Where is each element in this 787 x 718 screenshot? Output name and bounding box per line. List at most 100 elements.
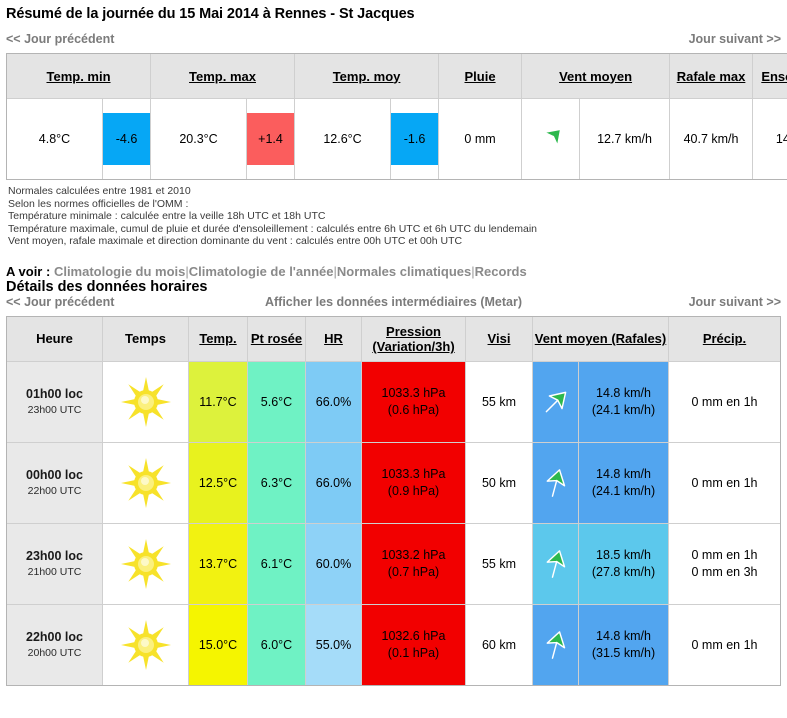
hourly-cell-pression: 1033.3 hPa (0.6 hPa)	[362, 361, 466, 443]
precip-wrap: 0 mm en 1h	[669, 362, 780, 442]
summary-temp-max-anomaly-cell: +1.4	[247, 99, 296, 179]
hourly-table-wrap: Heure Temps Temp. Pt rosée HR Pression (…	[6, 315, 781, 686]
temp-value: 13.7°C	[189, 523, 247, 604]
hourly-cell-temps	[103, 523, 189, 605]
table-row: 01h00 loc 23h00 UTC 11.7°C 5.6°C 66.0% 1…	[7, 361, 780, 443]
next-day-link-top[interactable]: Jour suivant >>	[689, 32, 781, 46]
hourly-day-nav: << Jour précédent Afficher les données i…	[6, 295, 781, 313]
summary-wind-direction-wrap	[522, 99, 579, 179]
summary-temp-moy-anomaly-cell: -1.6	[391, 99, 440, 179]
summary-pluie-value: 0 mm	[439, 99, 523, 179]
visibility-value: 60 km	[481, 637, 517, 652]
hour-utc: 21h00 UTC	[27, 566, 82, 579]
hourly-cell-hr: 66.0%	[306, 442, 362, 524]
footnote-line-4: Température maximale, cumul de pluie et …	[8, 222, 538, 235]
hourly-header-hr: HR	[306, 316, 362, 362]
arrow-down-left-icon	[545, 391, 566, 413]
hourly-cell-wind-direction	[533, 604, 579, 685]
pressure-wrap: 1033.3 hPa (0.9 hPa)	[362, 442, 465, 523]
pressure-value: 1033.3 hPa	[381, 467, 446, 482]
footnote-line-2: Selon les normes officielles de l'OMM :	[8, 197, 189, 210]
hourly-cell-precip: 0 mm en 1h	[669, 443, 780, 524]
humidity-value: 66.0%	[306, 361, 361, 442]
summary-temp-moy-value: 12.6°C	[295, 99, 392, 179]
hourly-cell-visi: 55 km	[466, 523, 533, 605]
wind-direction-wrap	[533, 361, 578, 442]
pressure-value: 1032.6 hPa	[381, 629, 446, 644]
hourly-table: Heure Temps Temp. Pt rosée HR Pression (…	[6, 315, 781, 686]
wind-direction-wrap	[533, 523, 578, 604]
wind-direction-wrap	[533, 604, 578, 685]
summary-header-ensoleil: Ensoleil.	[753, 54, 787, 99]
pressure-variation: (0.9 hPa)	[387, 484, 440, 499]
pressure-wrap: 1033.3 hPa (0.6 hPa)	[362, 361, 465, 442]
hourly-cell-vent-moyen: 14.8 km/h (31.5 km/h)	[579, 604, 669, 685]
hourly-cell-hr: 66.0%	[306, 361, 362, 443]
table-row: 23h00 loc 21h00 UTC 13.7°C 6.1°C 60.0% 1…	[7, 523, 780, 605]
hourly-cell-visi: 55 km	[466, 361, 533, 443]
arrow-down-left-icon	[540, 128, 561, 150]
avoir-label: A voir :	[6, 263, 51, 279]
prev-day-link-hourly[interactable]: << Jour précédent	[6, 295, 114, 309]
humidity-value: 66.0%	[306, 442, 361, 523]
avoir-links: A voir : Climatologie du mois|Climatolog…	[6, 264, 781, 279]
hourly-cell-vent-moyen: 14.8 km/h (24.1 km/h)	[579, 361, 669, 443]
hourly-cell-pt-rosee: 6.1°C	[248, 523, 306, 605]
temp-value: 12.5°C	[189, 442, 247, 523]
visibility-value: 55 km	[481, 394, 517, 409]
precip-line: 0 mm en 1h	[691, 394, 758, 409]
hour-cell: 23h00 loc 21h00 UTC	[7, 523, 102, 604]
hour-cell: 22h00 loc 20h00 UTC	[7, 604, 102, 685]
page-title: Résumé de la journée du 15 Mai 2014 à Re…	[6, 6, 415, 22]
pressure-value: 1033.2 hPa	[381, 548, 446, 563]
summary-temp-min-anomaly-cell: -4.6	[103, 99, 152, 179]
hourly-cell-temp: 12.5°C	[189, 442, 248, 524]
sun-icon	[117, 616, 175, 674]
next-day-link-hourly[interactable]: Jour suivant >>	[689, 295, 781, 309]
visibility-value: 55 km	[481, 556, 517, 571]
page-root: Résumé de la journée du 15 Mai 2014 à Re…	[0, 6, 787, 686]
summary-temp-max-anomaly: +1.4	[247, 113, 295, 165]
wind-wrap: 18.5 km/h (27.8 km/h)	[579, 523, 668, 604]
hour-local: 23h00 loc	[26, 549, 83, 564]
wind-wrap: 14.8 km/h (24.1 km/h)	[579, 361, 668, 442]
arrow-down-icon	[546, 469, 565, 497]
humidity-value: 60.0%	[306, 523, 361, 604]
hourly-table-body: 01h00 loc 23h00 UTC 11.7°C 5.6°C 66.0% 1…	[7, 361, 780, 685]
hourly-cell-precip: 0 mm en 1h 0 mm en 3h	[669, 524, 780, 605]
precip-line: 0 mm en 3h	[691, 565, 758, 580]
hourly-header-heure: Heure	[7, 316, 103, 362]
link-normales-climatiques[interactable]: Normales climatiques	[337, 264, 471, 279]
summary-header-temp-moy: Temp. moy	[295, 54, 440, 99]
wind-mean-value: 14.8 km/h	[596, 467, 651, 482]
link-climatologie-de-lannee[interactable]: Climatologie de l'année	[189, 264, 334, 279]
precip-wrap: 0 mm en 1h	[669, 443, 780, 523]
hourly-cell-temps	[103, 604, 189, 685]
hourly-header-pt-rosee: Pt rosée	[248, 316, 306, 362]
precip-wrap: 0 mm en 1h 0 mm en 3h	[669, 524, 780, 604]
hourly-cell-temp: 13.7°C	[189, 523, 248, 605]
hourly-cell-visi: 60 km	[466, 604, 533, 685]
pressure-variation: (0.6 hPa)	[387, 403, 440, 418]
prev-day-link-top[interactable]: << Jour précédent	[6, 32, 114, 46]
link-records[interactable]: Records	[475, 264, 527, 279]
summary-ensoleillement-value: 14 h	[775, 132, 787, 146]
link-climatologie-du-mois[interactable]: Climatologie du mois	[54, 264, 185, 279]
hourly-cell-pression: 1033.3 hPa (0.9 hPa)	[362, 442, 466, 524]
hour-local: 01h00 loc	[26, 387, 83, 402]
hour-cell: 00h00 loc 22h00 UTC	[7, 442, 102, 523]
wind-direction-wrap	[533, 442, 578, 523]
hourly-cell-vent-moyen: 18.5 km/h (27.8 km/h)	[579, 523, 669, 605]
table-row: 00h00 loc 22h00 UTC 12.5°C 6.3°C 66.0% 1…	[7, 442, 780, 524]
hourly-header-temps: Temps	[103, 316, 189, 362]
wind-gust-value: (24.1 km/h)	[591, 484, 656, 499]
sun-icon	[117, 373, 175, 431]
footnote-line-5: Vent moyen, rafale maximale et direction…	[8, 235, 463, 248]
show-metar-link[interactable]: Afficher les données intermédiaires (Met…	[265, 295, 522, 309]
sun-icon	[117, 535, 175, 593]
hourly-header-temp: Temp.	[189, 316, 248, 362]
wind-gust-value: (24.1 km/h)	[591, 403, 656, 418]
hourly-header-row: Heure Temps Temp. Pt rosée HR Pression (…	[7, 316, 780, 362]
hourly-cell-vent-moyen: 14.8 km/h (24.1 km/h)	[579, 442, 669, 524]
hourly-cell-heure: 22h00 loc 20h00 UTC	[7, 604, 103, 685]
